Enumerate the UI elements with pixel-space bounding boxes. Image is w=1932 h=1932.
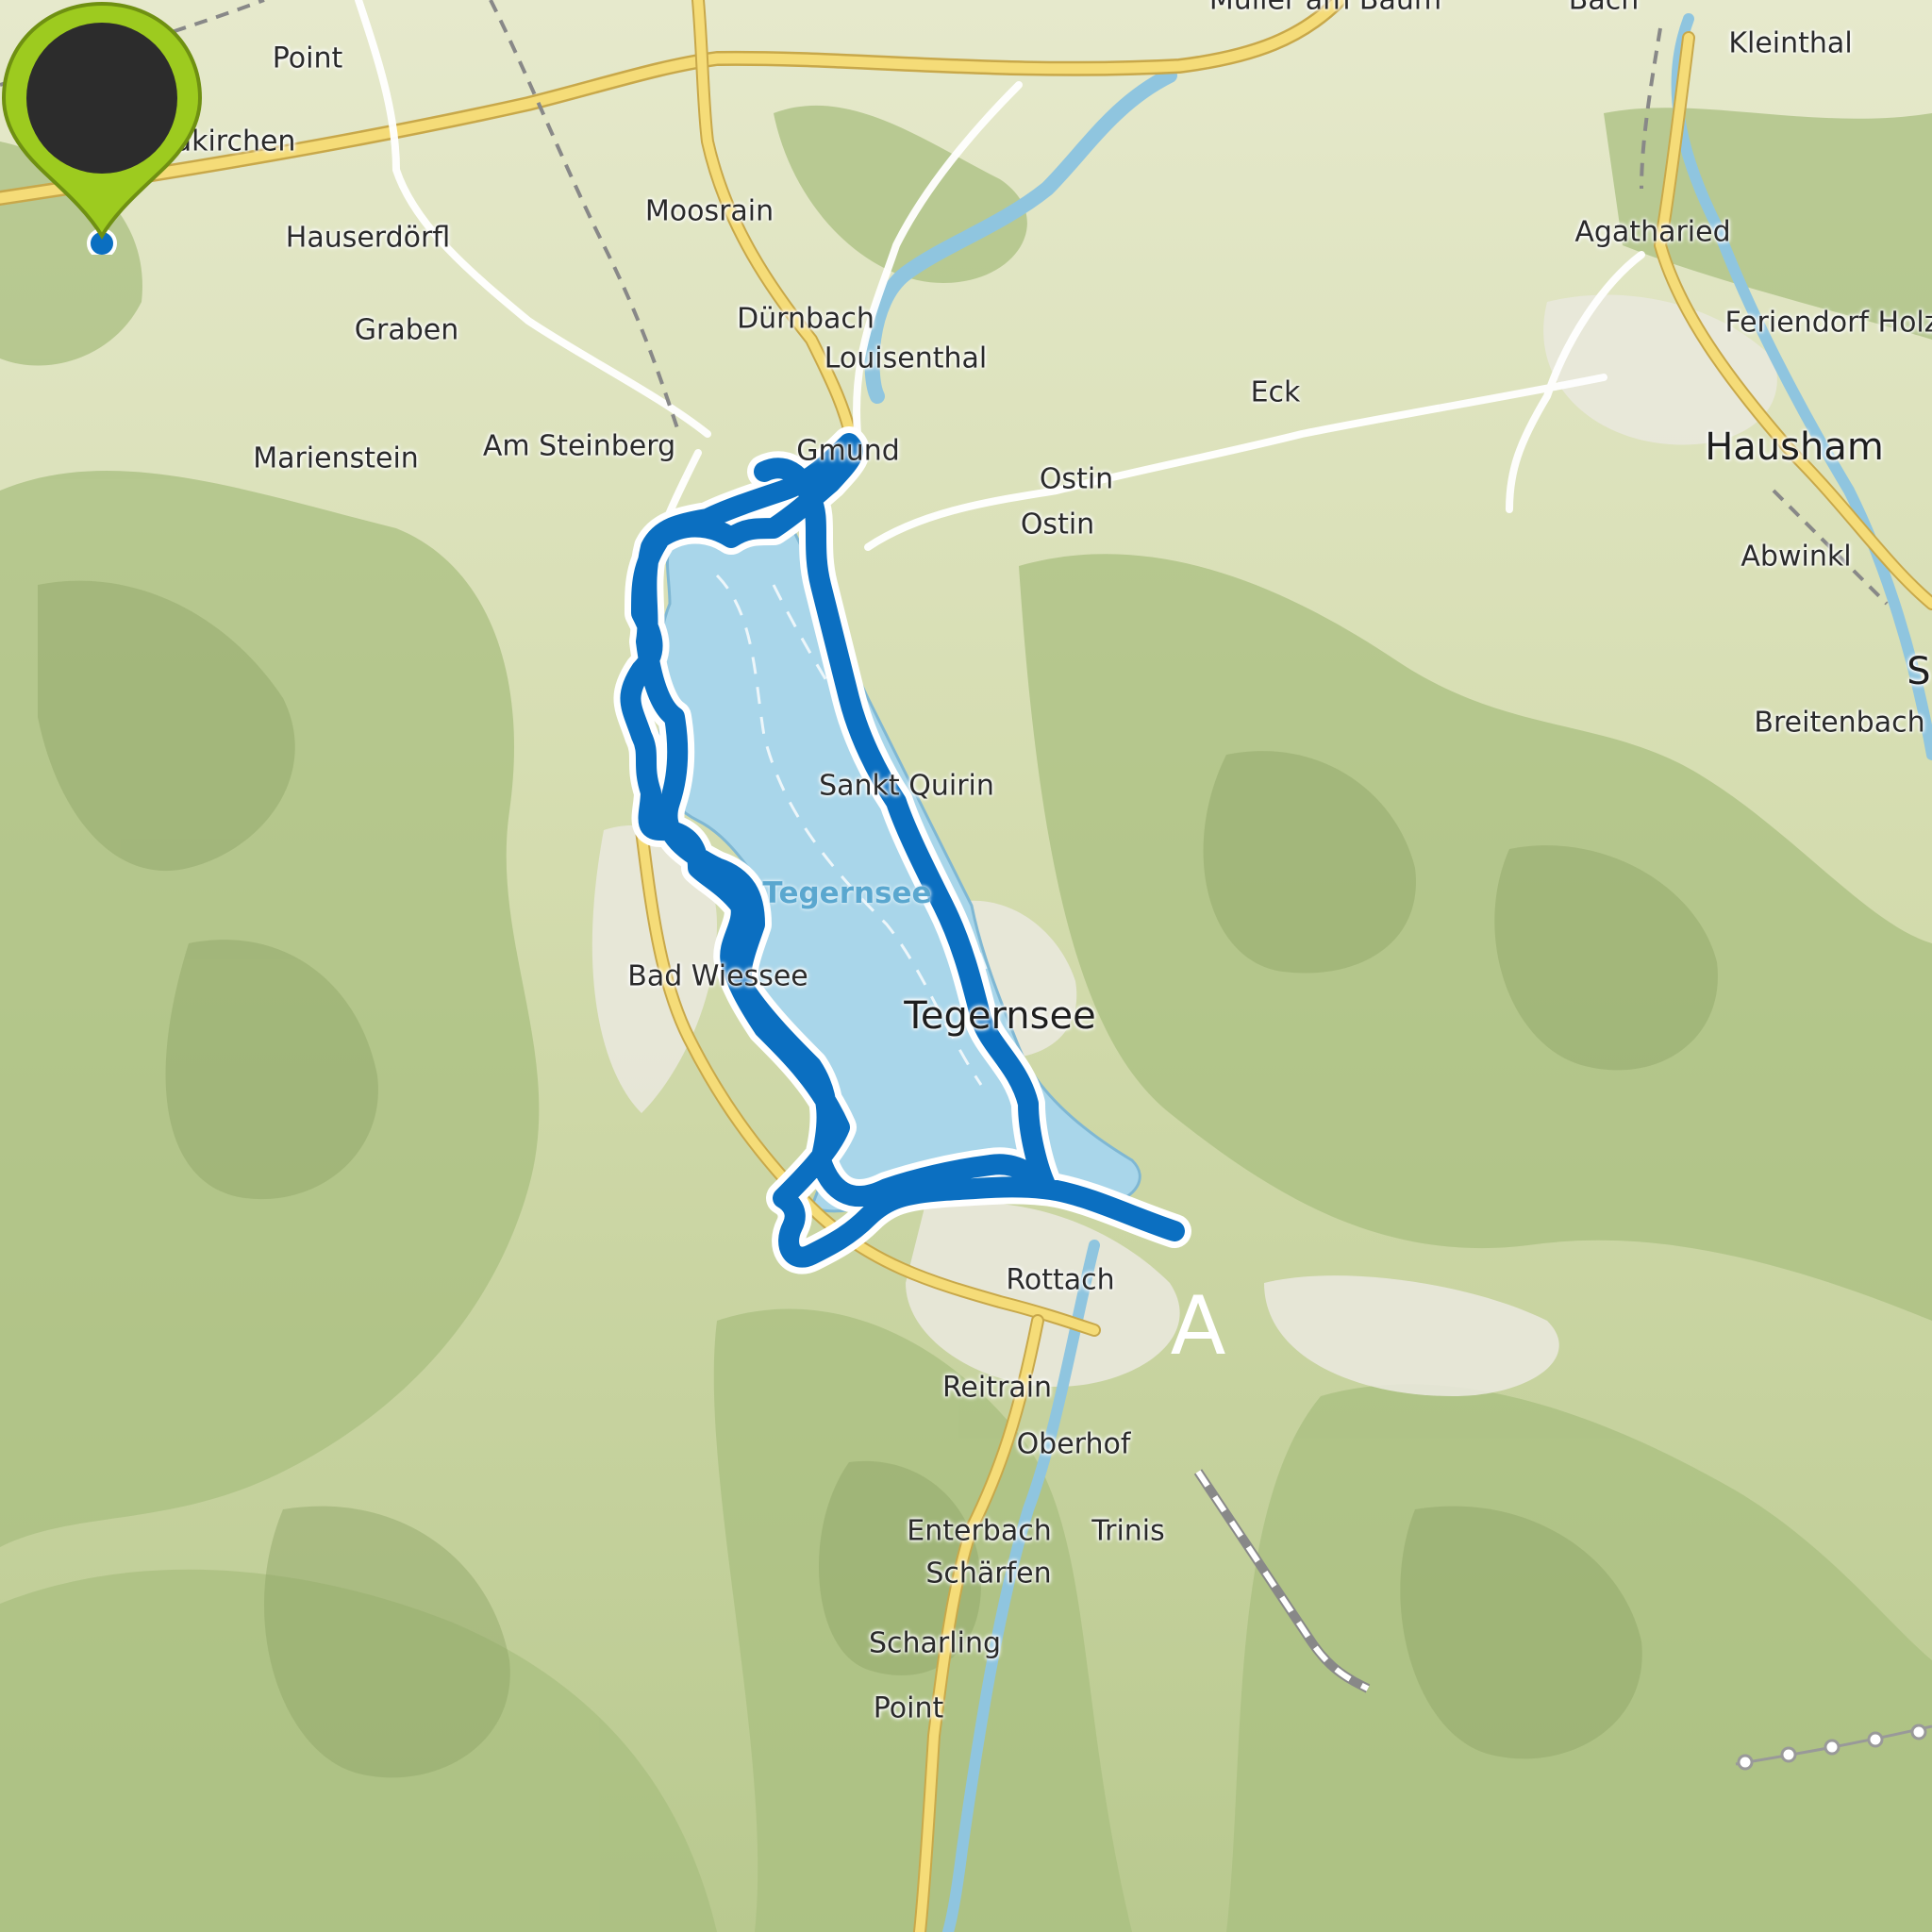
place-label: Feriendorf Holz xyxy=(1724,306,1932,340)
place-label: Rottach xyxy=(1006,1263,1115,1297)
place-label: Breitenbach xyxy=(1754,706,1925,740)
place-label: Tegernsee xyxy=(904,994,1096,1038)
place-label: Oberhof xyxy=(1016,1427,1131,1461)
place-label: Ostin xyxy=(1039,462,1114,496)
place-label: S xyxy=(1907,650,1931,693)
place-label: Eck xyxy=(1250,375,1301,409)
place-label: Graben xyxy=(354,313,459,347)
place-label: Moosrain xyxy=(644,194,774,228)
place-label: Schärfen xyxy=(925,1557,1052,1591)
place-label: Hausham xyxy=(1705,425,1884,469)
place-label: Am Steinberg xyxy=(482,429,676,463)
place-label: Hauserdörfl xyxy=(285,221,451,255)
place-label: Müller am Baum xyxy=(1208,0,1442,17)
place-label: Sankt Quirin xyxy=(819,769,994,803)
place-label: Abwinkl xyxy=(1740,540,1852,574)
place-label: Point xyxy=(873,1691,944,1725)
place-label: Point xyxy=(272,42,343,75)
place-label: Gmund xyxy=(796,434,900,468)
place-label: Enterbach xyxy=(907,1514,1052,1548)
place-label: Ostin xyxy=(1020,508,1095,541)
map-pin-icon[interactable] xyxy=(0,0,204,255)
place-label: Louisenthal xyxy=(824,341,988,375)
place-label: Marienstein xyxy=(253,441,419,475)
place-label: Reitrain xyxy=(941,1371,1053,1405)
place-label: Dürnbach xyxy=(737,302,874,336)
place-label: Trinis xyxy=(1091,1514,1165,1548)
place-label: Kleinthal xyxy=(1728,26,1853,60)
place-label: Agatharied xyxy=(1574,215,1731,249)
place-label: Tegernsee xyxy=(762,876,932,910)
place-label: Bad Wiessee xyxy=(627,959,808,993)
place-label: Bach xyxy=(1568,0,1640,17)
map-canvas[interactable]: Müller am Baum Bach Kleinthal Point Waakirch… xyxy=(0,0,1932,1932)
place-label: Scharling xyxy=(869,1626,1001,1660)
